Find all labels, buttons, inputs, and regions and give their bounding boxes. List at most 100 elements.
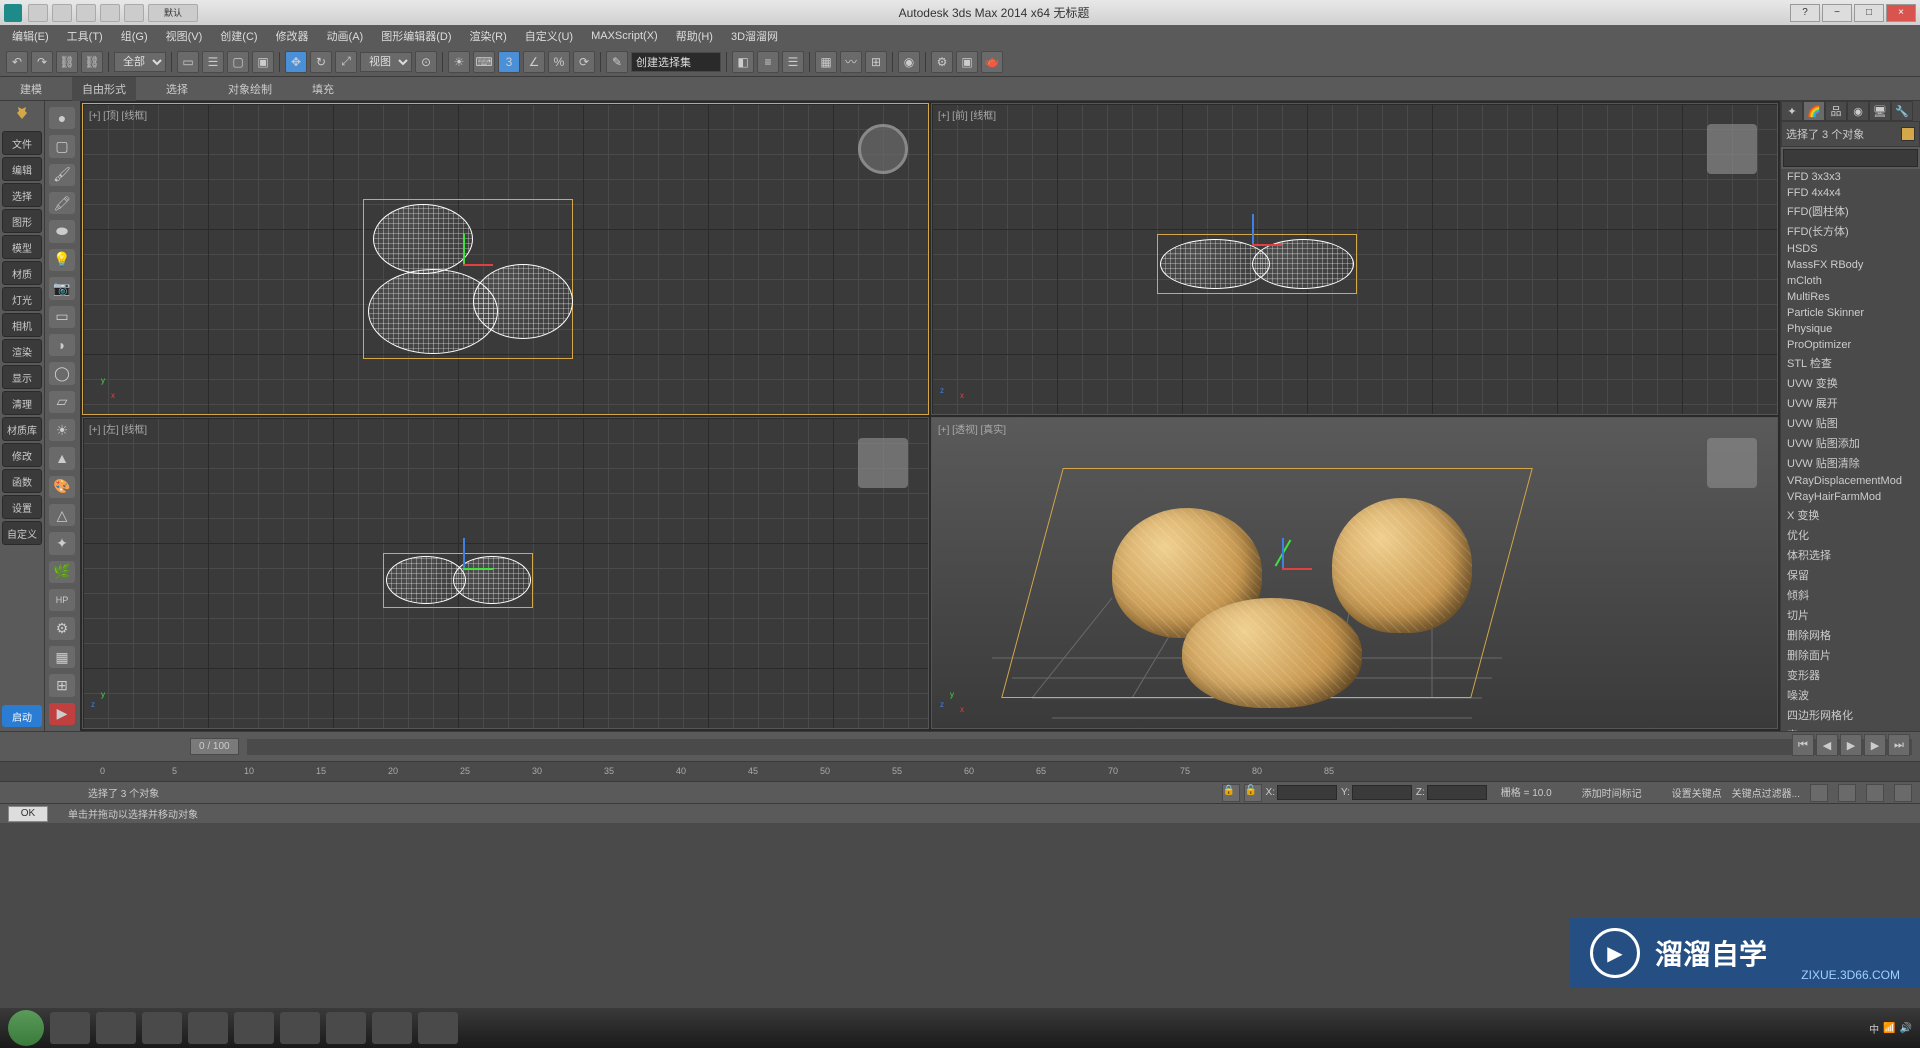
timeline-ruler[interactable]: ⏮ ◀ ▶ ▶ ⏭ 051015202530354045505560657075… — [0, 761, 1920, 781]
sidebar-matlib[interactable]: 材质库 — [2, 417, 42, 441]
help-button[interactable]: ? — [1790, 4, 1820, 22]
z-input[interactable] — [1427, 785, 1487, 800]
nav-btn-3[interactable] — [1866, 784, 1884, 802]
taskbar-app-5[interactable] — [234, 1012, 274, 1044]
modifier-item[interactable]: FFD 3x3x3 — [1781, 169, 1920, 185]
modifier-item[interactable]: mCloth — [1781, 273, 1920, 289]
sun-icon[interactable]: ☀ — [49, 419, 75, 441]
viewport-left-label[interactable]: [+] [左] [线框] — [89, 421, 147, 436]
foliage-icon[interactable]: 🌿 — [49, 561, 75, 583]
select-rect-icon[interactable]: ▢ — [227, 51, 249, 73]
object-color-swatch[interactable] — [1901, 127, 1915, 141]
cone-icon[interactable]: ▲ — [49, 447, 75, 469]
layer-icon[interactable]: ☰ — [782, 51, 804, 73]
select-rotate-icon[interactable]: ↻ — [310, 51, 332, 73]
qat-new-icon[interactable] — [28, 4, 48, 22]
modifier-item[interactable]: 删除网格 — [1781, 625, 1920, 645]
sidebar-select[interactable]: 选择 — [2, 183, 42, 207]
next-frame-icon[interactable]: ▶ — [1864, 734, 1886, 756]
palette-icon[interactable]: 🎨 — [49, 476, 75, 498]
box-icon[interactable]: ▢ — [49, 135, 75, 157]
camera-tool-icon[interactable]: 📷 — [49, 277, 75, 299]
modifier-item[interactable]: 壳 — [1781, 725, 1920, 731]
layout-icon[interactable]: ⊞ — [49, 674, 75, 696]
sidebar-function[interactable]: 函数 — [2, 469, 42, 493]
sidebar-modify[interactable]: 修改 — [2, 443, 42, 467]
helper-icon[interactable]: △ — [49, 504, 75, 526]
render-icon[interactable]: 🫖 — [981, 51, 1003, 73]
taskbar-app-7[interactable] — [326, 1012, 366, 1044]
modifier-item[interactable]: 倾斜 — [1781, 585, 1920, 605]
viewcube-left[interactable] — [858, 438, 908, 488]
tab-modeling[interactable]: 建模 — [10, 77, 52, 101]
qat-undo-icon[interactable] — [100, 4, 120, 22]
tab-freeform[interactable]: 自由形式 — [72, 77, 136, 101]
taskbar-app-2[interactable] — [96, 1012, 136, 1044]
modifier-item[interactable]: UVW 变换 — [1781, 373, 1920, 393]
menu-customize[interactable]: 自定义(U) — [517, 26, 581, 46]
nav-btn-4[interactable] — [1894, 784, 1912, 802]
nav-btn-1[interactable] — [1810, 784, 1828, 802]
menu-maxscript[interactable]: MAXScript(X) — [583, 28, 666, 44]
select-move-icon[interactable]: ✥ — [285, 51, 307, 73]
create-tab-icon[interactable]: ✦ — [1781, 101, 1803, 121]
viewport-perspective[interactable]: [+] [透视] [真实] — [931, 417, 1778, 729]
play-icon[interactable]: ▶ — [49, 703, 75, 725]
modifier-item[interactable]: 噪波 — [1781, 685, 1920, 705]
tablet-icon[interactable]: ▭ — [49, 306, 75, 328]
reference-coord-dropdown[interactable]: 视图 — [360, 52, 412, 72]
lock-selection-icon[interactable]: 🔓 — [1244, 784, 1262, 802]
viewport-left[interactable]: [+] [左] [线框] yz — [82, 417, 929, 729]
modifier-item[interactable]: Physique — [1781, 321, 1920, 337]
angle-snap-icon[interactable]: ∠ — [523, 51, 545, 73]
add-time-tag[interactable]: 添加时间标记 — [1582, 785, 1642, 800]
modifier-item[interactable]: UVW 展开 — [1781, 393, 1920, 413]
viewport-front[interactable]: [+] [前] [线框] xz — [931, 103, 1778, 415]
taskbar-app-8[interactable] — [372, 1012, 412, 1044]
sidebar-edit[interactable]: 编辑 — [2, 157, 42, 181]
tray-volume-icon[interactable]: 🔊 — [1900, 1023, 1912, 1034]
frame-indicator[interactable]: 0 / 100 — [190, 738, 239, 755]
render-frame-icon[interactable]: ▣ — [956, 51, 978, 73]
modifier-item[interactable]: FFD 4x4x4 — [1781, 185, 1920, 201]
modifier-item[interactable]: VRayHairFarmMod — [1781, 489, 1920, 505]
modifier-item[interactable]: 删除面片 — [1781, 645, 1920, 665]
sidebar-model[interactable]: 模型 — [2, 235, 42, 259]
menu-edit[interactable]: 编辑(E) — [4, 26, 57, 46]
qat-redo-icon[interactable] — [124, 4, 144, 22]
sidebar-material[interactable]: 材质 — [2, 261, 42, 285]
window-crossing-icon[interactable]: ▣ — [252, 51, 274, 73]
sidebar-clean[interactable]: 清理 — [2, 391, 42, 415]
viewport-top[interactable]: [+] [顶] [线框] xy — [82, 103, 929, 415]
keypoint-filter[interactable]: 关键点过滤器... — [1732, 785, 1800, 800]
torus-icon[interactable]: ◯ — [49, 362, 75, 384]
particle-icon[interactable]: ✦ — [49, 532, 75, 554]
edit-named-selection-icon[interactable]: ✎ — [606, 51, 628, 73]
modifier-list[interactable]: FFD 3x3x3FFD 4x4x4FFD(圆柱体)FFD(长方体)HSDSMa… — [1781, 169, 1920, 731]
material-editor-icon[interactable]: ◉ — [898, 51, 920, 73]
play-button-icon[interactable]: ▶ — [1840, 734, 1862, 756]
taskbar-app-9[interactable] — [418, 1012, 458, 1044]
display-tab-icon[interactable]: 🖥 — [1869, 101, 1891, 121]
sidebar-render[interactable]: 渲染 — [2, 339, 42, 363]
menu-animation[interactable]: 动画(A) — [319, 26, 372, 46]
sidebar-file[interactable]: 文件 — [2, 131, 42, 155]
sidebar-light[interactable]: 灯光 — [2, 287, 42, 311]
unlink-icon[interactable]: ⛓ — [81, 51, 103, 73]
menu-help[interactable]: 帮助(H) — [668, 26, 721, 46]
hemisphere-icon[interactable]: ◗ — [49, 334, 75, 356]
viewcube-top[interactable] — [858, 124, 908, 174]
viewport-top-label[interactable]: [+] [顶] [线框] — [89, 107, 147, 122]
modifier-item[interactable]: 变形器 — [1781, 665, 1920, 685]
modify-tab-icon[interactable]: 🌈 — [1803, 101, 1825, 121]
modifier-item[interactable]: FFD(长方体) — [1781, 221, 1920, 241]
system-tray[interactable]: 中 📶 🔊 — [1869, 1021, 1912, 1036]
selection-filter-dropdown[interactable]: 全部 — [114, 52, 166, 72]
select-scale-icon[interactable]: ⤢ — [335, 51, 357, 73]
minimize-button[interactable]: − — [1822, 4, 1852, 22]
qat-open-icon[interactable] — [52, 4, 72, 22]
modifier-item[interactable]: 优化 — [1781, 525, 1920, 545]
keyboard-shortcut-icon[interactable]: ⌨ — [473, 51, 495, 73]
tab-object-paint[interactable]: 对象绘制 — [218, 77, 282, 101]
modifier-item[interactable]: ProOptimizer — [1781, 337, 1920, 353]
